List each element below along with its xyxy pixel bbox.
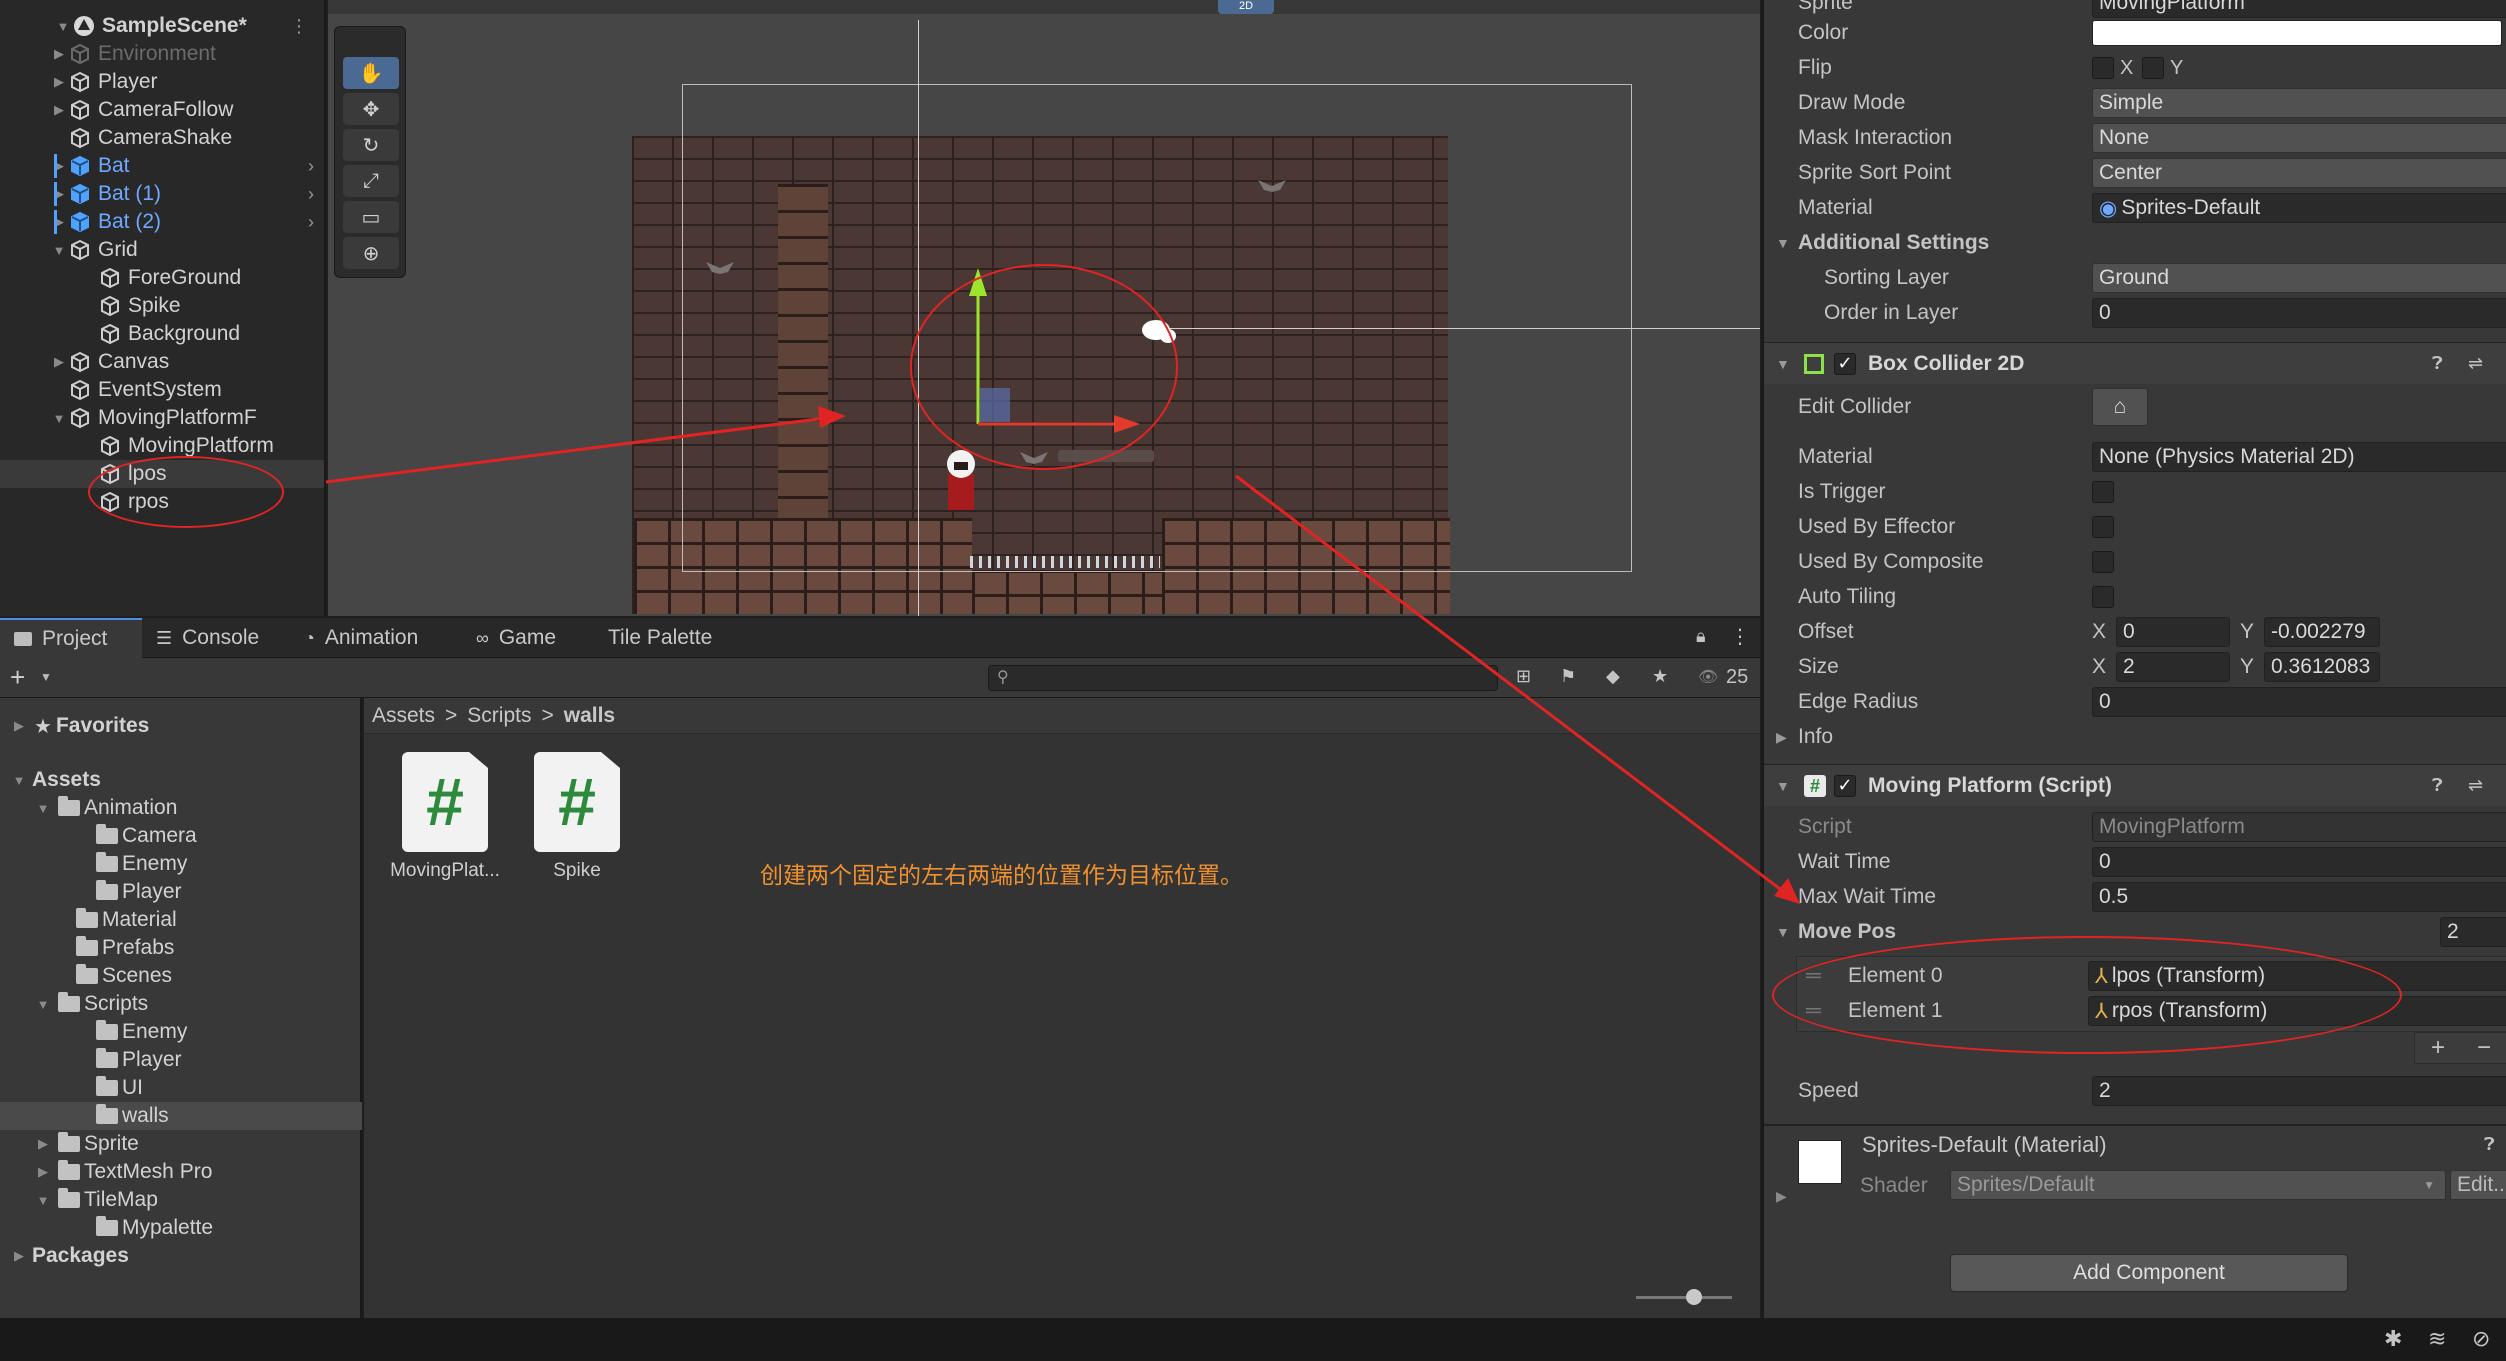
- lighting-icon[interactable]: ⊘: [2472, 1326, 2490, 1352]
- annotation-arrows: [325, 406, 1800, 904]
- bug-icon[interactable]: ✱: [2384, 1326, 2402, 1352]
- layers-icon[interactable]: ≋: [2428, 1326, 2446, 1352]
- status-bar: ✱ ≋ ⊘: [0, 1318, 2506, 1361]
